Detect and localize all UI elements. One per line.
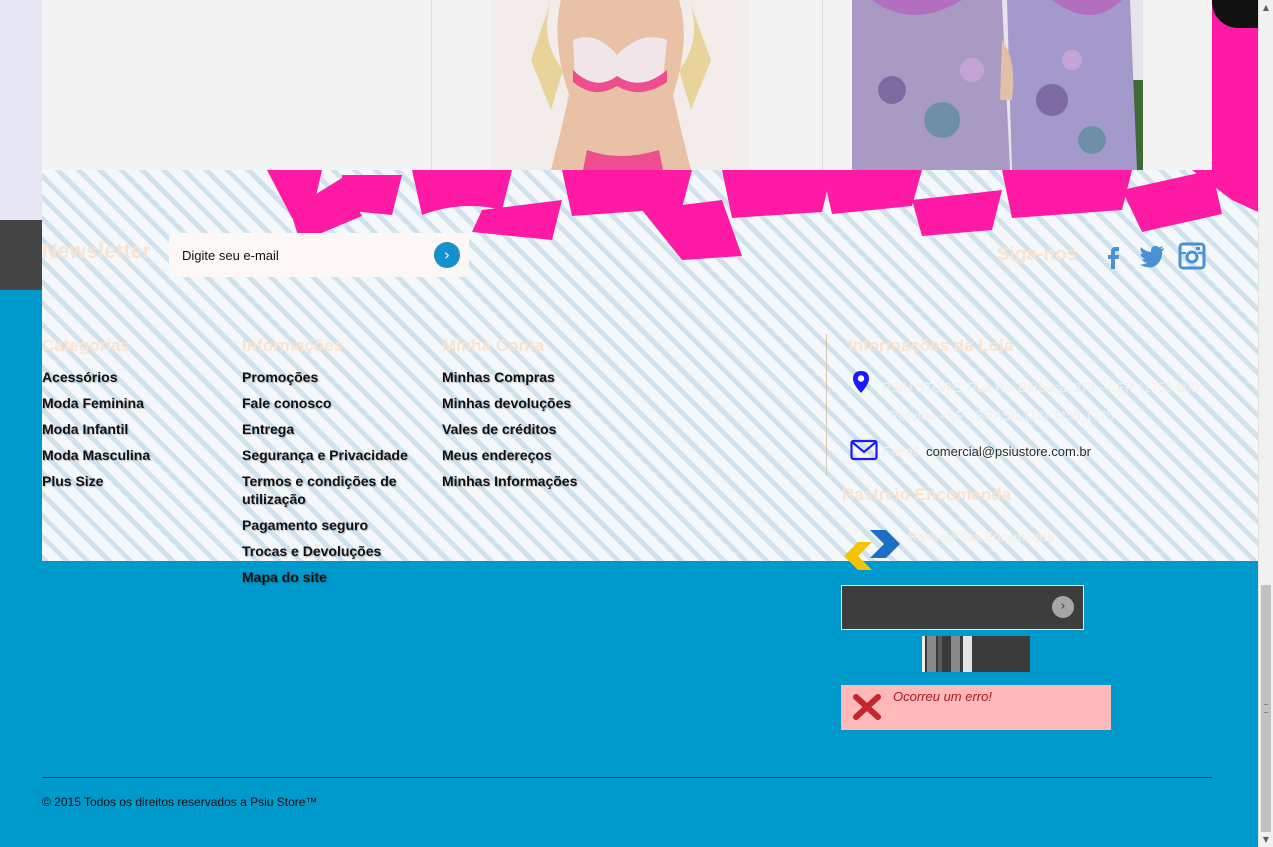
- my-account-list: Minhas Compras Minhas devoluções Vales d…: [442, 368, 642, 498]
- list-item[interactable]: Minhas Informações: [442, 472, 642, 490]
- left-edge-strip: [0, 0, 42, 220]
- list-item[interactable]: Minhas devoluções: [442, 394, 642, 412]
- footer-divider: [42, 777, 1212, 778]
- banner-edge: [1212, 0, 1258, 170]
- facebook-icon[interactable]: [1098, 241, 1128, 271]
- categories-title: Categorias: [42, 336, 130, 355]
- list-item[interactable]: Meus endereços: [442, 446, 642, 464]
- tracking-submit-button[interactable]: ›: [1052, 596, 1074, 618]
- newsletter-submit-button[interactable]: ›: [434, 242, 460, 268]
- tracking-text: Rastreie sua Encomenda: [908, 529, 1054, 544]
- left-dark-block: [0, 220, 42, 290]
- list-item[interactable]: Entrega: [242, 420, 417, 438]
- footer-pattern: [42, 170, 1258, 561]
- chevron-right-icon: ›: [444, 246, 450, 264]
- page-scrollbar[interactable]: ▲ ▼: [1258, 0, 1273, 847]
- list-item[interactable]: Acessórios: [42, 368, 222, 386]
- list-item[interactable]: Moda Masculina: [42, 446, 222, 464]
- list-item[interactable]: Minhas Compras: [442, 368, 642, 386]
- location-pin-icon: [852, 370, 870, 399]
- error-message-box: Ocorreu um erro!: [841, 685, 1111, 730]
- list-item[interactable]: Trocas e Devoluções: [242, 542, 417, 560]
- categories-list: Acessórios Moda Feminina Moda Infantil M…: [42, 368, 222, 498]
- product-card[interactable]: [432, 0, 823, 170]
- scroll-up-arrow[interactable]: ▲: [1259, 0, 1273, 15]
- information-list: Promoções Fale conosco Entrega Segurança…: [242, 368, 417, 594]
- chevron-right-icon: ›: [1060, 599, 1066, 614]
- product-card[interactable]: [42, 0, 432, 170]
- list-item[interactable]: Plus Size: [42, 472, 222, 490]
- email-label: E-mail:: [882, 444, 923, 459]
- list-item[interactable]: Pagamento seguro: [242, 516, 417, 534]
- copyright-text: © 2015 Todos os direitos reservados a Ps…: [42, 795, 318, 809]
- twitter-icon[interactable]: [1137, 241, 1167, 271]
- scroll-thumb[interactable]: [1261, 585, 1271, 832]
- store-info-title: Informações da Loja: [848, 336, 1014, 355]
- store-email: E-mail: comercial@psiustore.com.br: [882, 444, 1091, 459]
- newsletter-form: ›: [169, 233, 469, 277]
- product-image[interactable]: [852, 0, 1143, 170]
- list-item[interactable]: Mapa do site: [242, 568, 417, 586]
- follow-us-title: Siga-nos: [997, 244, 1078, 265]
- newsletter-email-input[interactable]: [169, 233, 419, 277]
- tracking-title: Rastreio Encomenda: [842, 485, 1012, 504]
- instagram-icon[interactable]: [1177, 241, 1207, 271]
- information-title: Informações: [242, 336, 344, 355]
- store-address: PSIU STORE, Rua Rui Barbosa, 274 - CEP 1…: [882, 380, 1199, 423]
- column-divider: [826, 334, 827, 476]
- list-item[interactable]: Moda Infantil: [42, 420, 222, 438]
- tracking-code-input[interactable]: [842, 586, 1042, 629]
- correios-logo: [842, 528, 900, 577]
- scroll-down-arrow[interactable]: ▼: [1259, 832, 1273, 847]
- list-item[interactable]: Termos e condições de utilização: [242, 472, 417, 508]
- product-image[interactable]: [491, 0, 749, 170]
- newsletter-title: Newsletter: [42, 240, 152, 263]
- my-account-title: Minha Conta: [442, 336, 544, 355]
- error-message: Ocorreu um erro!: [893, 689, 992, 704]
- close-x-icon: [853, 694, 881, 725]
- captcha-image: [922, 636, 1030, 672]
- product-strip: [42, 0, 1212, 170]
- envelope-icon: [850, 439, 878, 466]
- product-card[interactable]: [823, 0, 1212, 170]
- list-item[interactable]: Fale conosco: [242, 394, 417, 412]
- lingerie-photo: [491, 0, 749, 170]
- list-item[interactable]: Promoções: [242, 368, 417, 386]
- tracking-form: ›: [841, 585, 1084, 630]
- list-item[interactable]: Vales de créditos: [442, 420, 642, 438]
- list-item[interactable]: Moda Feminina: [42, 394, 222, 412]
- email-link[interactable]: comercial@psiustore.com.br: [926, 444, 1091, 459]
- list-item[interactable]: Segurança e Privacidade: [242, 446, 417, 464]
- nightgown-photo: [852, 0, 1143, 170]
